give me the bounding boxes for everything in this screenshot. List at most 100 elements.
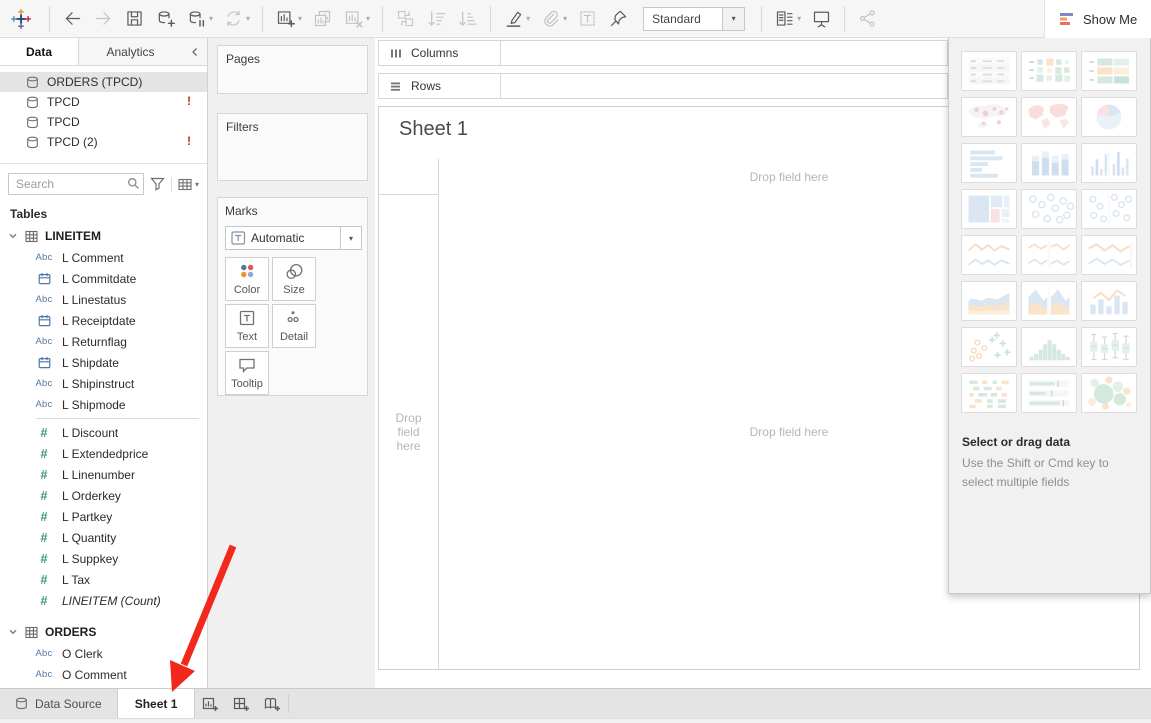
duplicate-sheet-button[interactable] <box>307 4 338 34</box>
detail-button[interactable]: Detail <box>272 304 316 348</box>
showme-bullet-graph[interactable] <box>1021 373 1077 413</box>
tab-sheet-1[interactable]: Sheet 1 <box>118 689 196 718</box>
showme-gantt[interactable] <box>961 373 1017 413</box>
datasource-item[interactable]: ORDERS (TPCD) <box>0 72 207 92</box>
field-item[interactable]: AbcO Comment <box>0 664 207 685</box>
show-hide-cards-button[interactable]: ▾ <box>769 4 806 34</box>
table-header-orders[interactable]: ORDERS <box>0 621 207 643</box>
chevron-down-icon[interactable] <box>8 231 18 241</box>
group-members-button[interactable]: ▾ <box>535 4 572 34</box>
new-dashboard-button[interactable] <box>226 689 257 718</box>
field-item[interactable]: AbcO Clerk <box>0 643 207 664</box>
new-worksheet-button[interactable]: ▾ <box>270 4 307 34</box>
chevron-down-icon[interactable]: ▾ <box>722 8 744 30</box>
field-item[interactable]: #L Discount <box>0 422 207 443</box>
show-me-button[interactable]: Show Me <box>1044 0 1151 38</box>
field-item[interactable]: #L Orderkey <box>0 485 207 506</box>
new-data-source-button[interactable] <box>150 4 181 34</box>
showme-dual-lines[interactable] <box>1081 235 1137 275</box>
field-item[interactable]: AbcL Shipmode <box>0 394 207 415</box>
datasource-item[interactable]: TPCD! <box>0 92 207 112</box>
columns-shelf-drop-area[interactable] <box>501 41 947 65</box>
field-item[interactable]: #L Quantity <box>0 527 207 548</box>
sort-descending-button[interactable] <box>452 4 483 34</box>
tab-data-source[interactable]: Data Source <box>0 689 118 718</box>
redo-button[interactable] <box>88 4 119 34</box>
showme-heat-map[interactable] <box>1021 51 1077 91</box>
field-item[interactable]: AbcL Shipinstruct <box>0 373 207 394</box>
showme-stacked-bars[interactable] <box>1021 143 1077 183</box>
field-item[interactable]: #L Suppkey <box>0 548 207 569</box>
showme-horizontal-bars[interactable] <box>961 143 1017 183</box>
run-auto-updates-button[interactable]: ▾ <box>218 4 255 34</box>
field-item[interactable]: #L Extendedprice <box>0 443 207 464</box>
pause-auto-updates-button[interactable]: ▾ <box>181 4 218 34</box>
view-options-button[interactable]: ▾ <box>178 178 199 191</box>
field-item[interactable]: #L Partkey <box>0 506 207 527</box>
sort-ascending-button[interactable] <box>421 4 452 34</box>
showme-circle-views[interactable] <box>1021 189 1077 229</box>
new-worksheet-button[interactable] <box>195 689 226 718</box>
clear-sheet-button[interactable]: ▾ <box>338 4 375 34</box>
fit-selector[interactable]: Standard▾ <box>643 7 745 31</box>
field-item[interactable]: L Receiptdate <box>0 310 207 331</box>
showme-text-table[interactable] <box>961 51 1017 91</box>
share-button[interactable] <box>852 4 883 34</box>
highlight-button[interactable]: ▾ <box>498 4 535 34</box>
showme-treemap[interactable] <box>961 189 1017 229</box>
presentation-mode-button[interactable] <box>806 4 837 34</box>
filters-shelf[interactable]: Filters <box>217 113 368 181</box>
dashboard-add-icon <box>233 696 250 712</box>
showme-box-and-whisker[interactable] <box>1081 327 1137 367</box>
field-item[interactable]: #L Linenumber <box>0 464 207 485</box>
toolbar-separator <box>49 6 50 32</box>
pages-shelf[interactable]: Pages <box>217 45 368 94</box>
text-button[interactable]: Text <box>225 304 269 348</box>
tab-data[interactable]: Data <box>0 38 79 65</box>
showme-histogram[interactable] <box>1021 327 1077 367</box>
showme-packed-bubbles[interactable] <box>1081 373 1137 413</box>
showme-highlight-table[interactable] <box>1081 51 1137 91</box>
datasource-item[interactable]: TPCD (2)! <box>0 132 207 152</box>
presentation-icon <box>811 8 832 29</box>
showme-symbol-map[interactable] <box>961 97 1017 137</box>
collapse-pane-button[interactable] <box>182 38 207 65</box>
mark-type-dropdown[interactable]: Automatic ▾ <box>225 226 362 250</box>
save-button[interactable] <box>119 4 150 34</box>
undo-button[interactable] <box>57 4 88 34</box>
swap-rows-columns-button[interactable] <box>390 4 421 34</box>
filters-label: Filters <box>226 120 259 134</box>
showme-discrete-lines[interactable] <box>1021 235 1077 275</box>
showme-side-by-side-circles[interactable] <box>1081 189 1137 229</box>
rows-shelf-drop-area[interactable] <box>501 74 947 98</box>
color-button[interactable]: Color <box>225 257 269 301</box>
showme-filled-map[interactable] <box>1021 97 1077 137</box>
field-item[interactable]: AbcL Returnflag <box>0 331 207 352</box>
field-item[interactable]: AbcL Linestatus <box>0 289 207 310</box>
fix-axes-button[interactable] <box>603 4 634 34</box>
field-item[interactable]: #LINEITEM (Count) <box>0 590 207 611</box>
drop-zone-rows[interactable]: Drop field here <box>379 195 438 669</box>
table-header-lineitem[interactable]: LINEITEM <box>0 225 207 247</box>
search-input[interactable] <box>8 173 144 195</box>
field-item[interactable]: L Commitdate <box>0 268 207 289</box>
showme-continuous-lines[interactable] <box>961 235 1017 275</box>
showme-discrete-area[interactable] <box>1021 281 1077 321</box>
filter-fields-button[interactable] <box>150 177 165 191</box>
field-item[interactable]: AbcL Comment <box>0 247 207 268</box>
showme-side-by-side-bars[interactable] <box>1081 143 1137 183</box>
field-item[interactable]: L Shipdate <box>0 352 207 373</box>
chevron-down-icon[interactable]: ▾ <box>340 227 361 249</box>
chevron-down-icon[interactable] <box>8 627 18 637</box>
showme-dual-combination[interactable] <box>1081 281 1137 321</box>
show-mark-labels-button[interactable] <box>572 4 603 34</box>
showme-scatter-plot[interactable] <box>961 327 1017 367</box>
field-item[interactable]: #L Tax <box>0 569 207 590</box>
showme-pie-chart[interactable] <box>1081 97 1137 137</box>
tooltip-button[interactable]: Tooltip <box>225 351 269 395</box>
size-button[interactable]: Size <box>272 257 316 301</box>
showme-continuous-area[interactable] <box>961 281 1017 321</box>
tab-analytics[interactable]: Analytics <box>79 38 182 65</box>
new-story-button[interactable] <box>257 689 288 718</box>
datasource-item[interactable]: TPCD <box>0 112 207 132</box>
